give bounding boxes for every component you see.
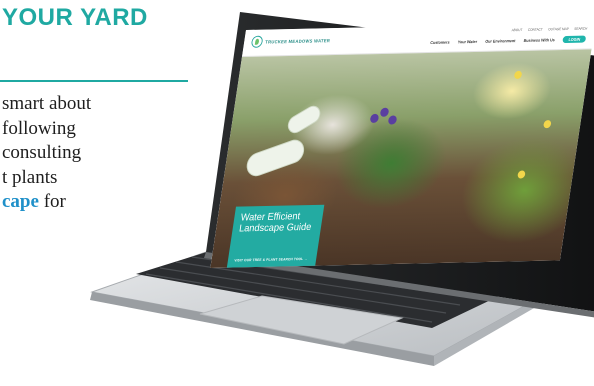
plant-search-link[interactable]: VISIT OUR TREE & PLANT SEARCH TOOL →: [234, 257, 308, 263]
laptop-image: TRUCKEE MEADOWS WATER ABOUT CONTACT OUTA…: [0, 0, 594, 386]
landscape-guide-banner[interactable]: Water Efficient Landscape Guide VISIT OU…: [226, 204, 325, 269]
flower-shape: [387, 115, 398, 125]
main-nav: Customers Your Water Our Environment Bus…: [430, 35, 587, 46]
login-button[interactable]: LOGIN: [562, 35, 587, 44]
nav-item-business[interactable]: Business With Us: [523, 37, 555, 43]
nav-item-our-environment[interactable]: Our Environment: [485, 38, 516, 44]
glove-shape: [245, 136, 306, 180]
util-link-outage[interactable]: OUTAGE MAP: [548, 27, 569, 31]
flower-shape: [543, 120, 552, 129]
util-link-contact[interactable]: CONTACT: [528, 28, 543, 32]
flower-shape: [513, 70, 523, 79]
util-link-about[interactable]: ABOUT: [511, 28, 522, 32]
utility-links: ABOUT CONTACT OUTAGE MAP SEARCH: [511, 27, 587, 33]
nav-item-customers[interactable]: Customers: [430, 40, 450, 45]
nav-item-your-water[interactable]: Your Water: [458, 39, 478, 44]
util-link-search[interactable]: SEARCH: [574, 27, 588, 31]
logo-text: TRUCKEE MEADOWS WATER: [264, 37, 331, 45]
leaf-logo-icon: [250, 35, 264, 48]
guide-title: Water Efficient Landscape Guide: [238, 211, 313, 235]
flower-shape: [369, 113, 380, 123]
flower-shape: [517, 170, 526, 179]
hero-image: Water Efficient Landscape Guide VISIT OU…: [210, 49, 592, 269]
glove-shape: [285, 102, 323, 137]
site-logo[interactable]: TRUCKEE MEADOWS WATER: [250, 33, 332, 49]
laptop-screen: TRUCKEE MEADOWS WATER ABOUT CONTACT OUTA…: [210, 22, 594, 269]
flower-shape: [379, 107, 390, 117]
